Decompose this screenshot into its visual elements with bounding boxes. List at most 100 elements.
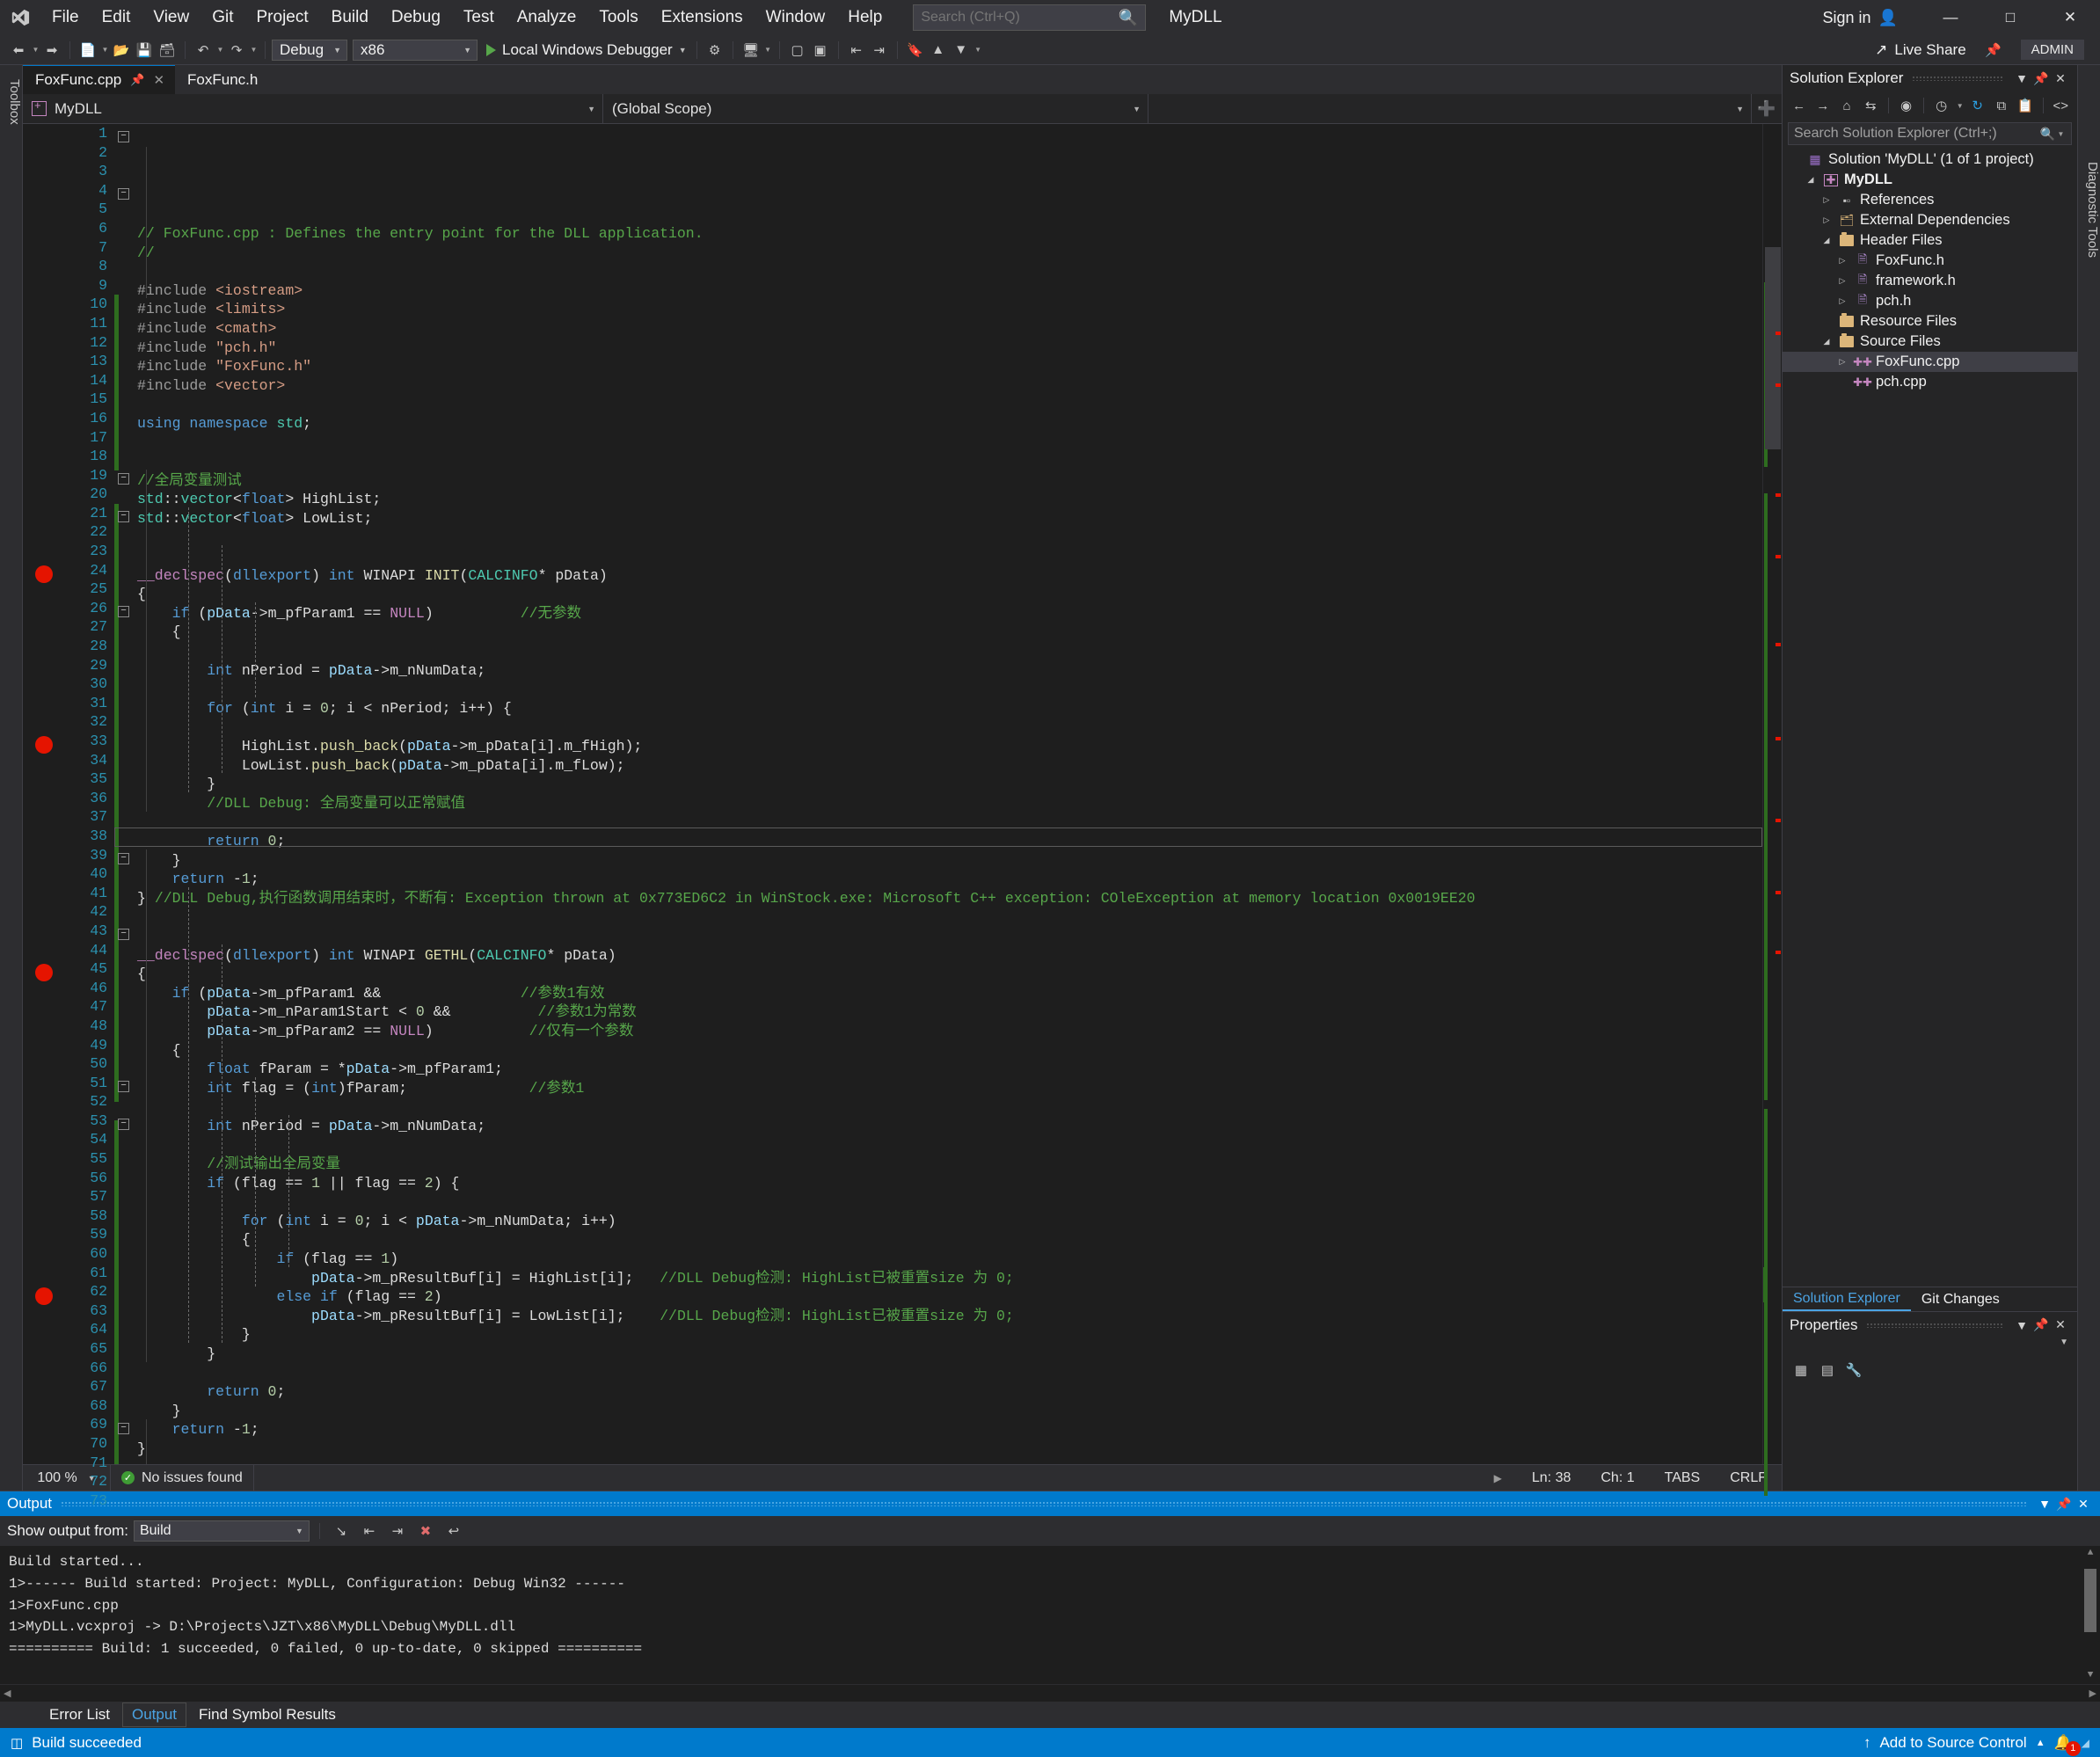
chevron-right-icon[interactable]: ▷: [1835, 276, 1849, 286]
navbar-scope-dropdown[interactable]: (Global Scope) ▼: [603, 94, 1148, 123]
tab-find-symbol-results[interactable]: Find Symbol Results: [190, 1703, 345, 1726]
pin-icon[interactable]: 📌: [130, 73, 144, 87]
tree-item-external-dependencies[interactable]: ▷ 🗂 External Dependencies: [1783, 210, 2077, 230]
menu-project[interactable]: Project: [245, 4, 320, 33]
chevron-down-icon[interactable]: ▼: [763, 46, 773, 54]
attach-process-icon[interactable]: ⚙: [704, 39, 726, 62]
chevron-down-icon[interactable]: ▼: [31, 46, 40, 54]
code-line[interactable]: for (int i = 0; i < pData->m_nNumData; i…: [114, 1212, 1762, 1231]
menu-tools[interactable]: Tools: [587, 4, 649, 33]
code-line[interactable]: #include "FoxFunc.h": [114, 357, 1762, 376]
decrease-indent-icon[interactable]: ⇤: [845, 39, 868, 62]
code-line[interactable]: pData->m_pfParam2 == NULL) //仅有一个参数: [114, 1022, 1762, 1041]
code-line[interactable]: [114, 642, 1762, 661]
forward-icon[interactable]: →: [1812, 95, 1834, 116]
code-line[interactable]: [114, 1192, 1762, 1212]
code-line[interactable]: {: [114, 585, 1762, 604]
code-line[interactable]: #include <cmath>: [114, 319, 1762, 339]
next-bookmark-icon[interactable]: ▼: [950, 39, 973, 62]
output-source-combo[interactable]: Build ▼: [133, 1520, 310, 1542]
go-to-next-icon[interactable]: ⇥: [386, 1520, 409, 1542]
properties-icon[interactable]: 📋: [2014, 95, 2036, 116]
previous-bookmark-icon[interactable]: ▲: [927, 39, 950, 62]
close-icon[interactable]: ✕: [2051, 1317, 2070, 1332]
magnifier-icon[interactable]: 🔍: [2040, 127, 2055, 142]
code-line[interactable]: #include <vector>: [114, 376, 1762, 396]
show-code-icon[interactable]: <>: [2050, 95, 2072, 116]
code-line[interactable]: [114, 927, 1762, 946]
code-line[interactable]: [114, 1136, 1762, 1156]
tree-item-solution-mydll-1-of-1-project[interactable]: ▦ Solution 'MyDLL' (1 of 1 project): [1783, 149, 2077, 170]
code-line[interactable]: // FoxFunc.cpp : Defines the entry point…: [114, 224, 1762, 244]
fold-toggle-icon[interactable]: −: [118, 511, 129, 522]
fold-toggle-icon[interactable]: −: [118, 929, 129, 941]
categorized-icon[interactable]: ▦: [1790, 1360, 1812, 1381]
undo-icon[interactable]: ↶: [192, 39, 215, 62]
diagnostic-tools-tab[interactable]: Diagnostic Tools: [2077, 65, 2100, 1491]
scroll-overview-margin[interactable]: [1762, 124, 1782, 1496]
code-editor[interactable]: 1 2 3 4 5 6 7 8 9 10 11 12 13 14 15 16 17 18 19 20 21 22 23 24 2…: [23, 124, 1782, 1509]
open-folder-icon[interactable]: 📂: [110, 39, 133, 62]
preview-browser-icon[interactable]: 🖥: [740, 39, 762, 62]
properties-grid[interactable]: [1783, 1385, 2077, 1491]
code-line[interactable]: //全局变量测试: [114, 471, 1762, 491]
code-line[interactable]: } //DLL Debug,执行函数调用结束时，不断有: Exception t…: [114, 889, 1762, 908]
search-input[interactable]: [921, 10, 1115, 26]
code-line[interactable]: for (int i = 0; i < nPeriod; i++) {: [114, 699, 1762, 718]
scroll-left-icon[interactable]: ◀: [4, 1688, 11, 1699]
code-line[interactable]: [114, 434, 1762, 453]
code-line[interactable]: [114, 262, 1762, 281]
vertical-scrollbar-thumb[interactable]: [1765, 247, 1781, 449]
solution-platform-combo[interactable]: x86 ▼: [353, 39, 478, 61]
code-line[interactable]: LowList.push_back(pData->m_pData[i].m_fL…: [114, 756, 1762, 776]
code-line[interactable]: HighList.push_back(pData->m_pData[i].m_f…: [114, 737, 1762, 756]
output-vertical-scrollbar[interactable]: ▲ ▼: [2081, 1546, 2100, 1684]
code-line[interactable]: float fParam = *pData->m_pfParam1;: [114, 1060, 1762, 1079]
chevron-down-icon[interactable]: ▼: [973, 46, 983, 54]
code-line[interactable]: {: [114, 965, 1762, 984]
code-line[interactable]: int nPeriod = pData->m_nNumData;: [114, 661, 1762, 681]
chevron-down-icon[interactable]: ▼: [215, 46, 225, 54]
code-line[interactable]: }: [114, 1325, 1762, 1345]
code-line[interactable]: return -1;: [114, 870, 1762, 889]
code-line[interactable]: [114, 1364, 1762, 1383]
editor-tab-foxfunc-cpp[interactable]: FoxFunc.cpp 📌 ✕: [23, 65, 176, 94]
tree-item-references[interactable]: ▷ ▪▫ References: [1783, 190, 2077, 210]
save-icon[interactable]: 💾: [133, 39, 156, 62]
code-line[interactable]: return -1;: [114, 1420, 1762, 1440]
sync-with-active-document-icon[interactable]: ⇆: [1860, 95, 1882, 116]
navbar-project-dropdown[interactable]: MyDLL ▼: [23, 94, 603, 123]
comment-icon[interactable]: ▢: [786, 39, 809, 62]
breakpoint-margin[interactable]: [23, 124, 65, 1464]
chevron-up-icon[interactable]: ▲: [2036, 1738, 2045, 1748]
start-debugging-button[interactable]: Local Windows Debugger ▼: [483, 41, 690, 59]
menu-view[interactable]: View: [142, 4, 201, 33]
split-view-icon[interactable]: ➕: [1752, 94, 1782, 123]
breakpoint-glyph[interactable]: [35, 1287, 53, 1305]
redo-icon[interactable]: ↷: [225, 39, 248, 62]
code-line[interactable]: [114, 547, 1762, 566]
collapse-all-icon[interactable]: ⧉: [1990, 95, 2012, 116]
solution-configuration-combo[interactable]: Debug ▼: [272, 39, 347, 61]
properties-combo-row[interactable]: ▼: [1783, 1338, 2077, 1355]
quick-search-box[interactable]: 🔍: [913, 4, 1147, 31]
fold-toggle-icon[interactable]: −: [118, 131, 129, 142]
tree-item-foxfunc-cpp[interactable]: ▷ ✚✚ FoxFunc.cpp: [1783, 352, 2077, 372]
show-all-files-icon[interactable]: ◉: [1895, 95, 1917, 116]
code-line[interactable]: if (pData->m_pfParam1 == NULL) //无参数: [114, 604, 1762, 623]
scroll-down-icon[interactable]: ▼: [2081, 1668, 2100, 1684]
code-line[interactable]: //: [114, 244, 1762, 263]
code-line[interactable]: [114, 1097, 1762, 1117]
fold-toggle-icon[interactable]: −: [118, 1422, 129, 1434]
breakpoint-glyph[interactable]: [35, 565, 53, 583]
fold-toggle-icon[interactable]: −: [118, 606, 129, 617]
solution-explorer-search[interactable]: Search Solution Explorer (Ctrl+;) 🔍 ▼: [1788, 122, 2072, 145]
scroll-up-icon[interactable]: ▲: [2081, 1546, 2100, 1562]
code-line[interactable]: pData->m_pResultBuf[i] = LowList[i]; //D…: [114, 1307, 1762, 1326]
editor-tab-foxfunc-h[interactable]: FoxFunc.h: [175, 65, 268, 94]
chevron-down-icon[interactable]: ▼: [2056, 130, 2066, 138]
scroll-right-icon[interactable]: ▶: [1479, 1472, 1517, 1484]
code-line[interactable]: {: [114, 1230, 1762, 1250]
toolbox-tab[interactable]: Toolbox: [0, 65, 23, 1491]
code-line[interactable]: [114, 908, 1762, 927]
